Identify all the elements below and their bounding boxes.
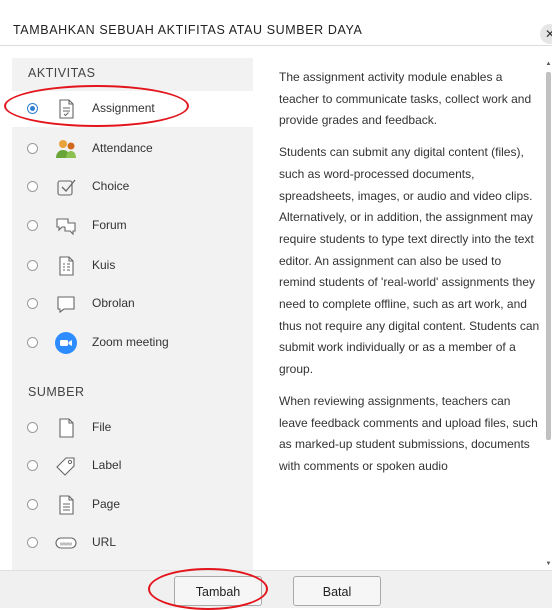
dialog-title: TAMBAHKAN SEBUAH AKTIFITAS ATAU SUMBER D… (13, 23, 363, 37)
scroll-up-arrow-icon[interactable]: ▲ (545, 60, 552, 68)
module-label: Page (92, 497, 121, 511)
add-button[interactable]: Tambah (174, 576, 262, 606)
module-label: Label (92, 458, 122, 472)
description-paragraph: The assignment activity module enables a… (279, 70, 532, 128)
radio-button[interactable] (27, 298, 38, 309)
module-label: Kuis (92, 258, 116, 272)
module-label: Assignment (92, 101, 155, 115)
radio-button[interactable] (27, 537, 38, 548)
module-label: Zoom meeting (92, 335, 169, 349)
radio-button[interactable] (27, 103, 38, 114)
dialog-header: TAMBAHKAN SEBUAH AKTIFITAS ATAU SUMBER D… (0, 0, 552, 46)
module-item-forum[interactable]: Forum (12, 208, 253, 244)
zoom-camera-icon (54, 331, 78, 355)
module-item-page[interactable]: Page (12, 487, 253, 523)
description-paragraph: When reviewing assignments, teachers can… (279, 393, 538, 473)
module-item-zoom-meeting[interactable]: Zoom meeting (12, 325, 253, 361)
module-description: The assignment activity module enables a… (279, 67, 541, 488)
module-label: Choice (92, 179, 130, 193)
svg-text:www: www (59, 541, 72, 547)
attendance-icon (54, 137, 78, 161)
radio-button[interactable] (27, 181, 38, 192)
module-label: Forum (92, 218, 127, 232)
close-icon[interactable]: ✕ (540, 24, 552, 44)
dialog-footer: Tambah Batal (0, 570, 552, 608)
quiz-icon (54, 254, 78, 278)
file-icon (54, 416, 78, 440)
module-item-label[interactable]: Label (12, 448, 253, 484)
choice-icon (54, 175, 78, 199)
chat-icon (54, 292, 78, 316)
module-label: URL (92, 535, 117, 549)
page-icon (54, 493, 78, 517)
assignment-icon (54, 97, 78, 121)
radio-button[interactable] (27, 260, 38, 271)
module-label: Obrolan (92, 296, 135, 310)
description-scrollbar[interactable]: ▲ ▼ (545, 60, 552, 568)
cancel-button[interactable]: Batal (293, 576, 381, 606)
url-icon: www (54, 531, 78, 555)
radio-button[interactable] (27, 337, 38, 348)
radio-button[interactable] (27, 499, 38, 510)
module-item-choice[interactable]: Choice (12, 169, 253, 205)
radio-button[interactable] (27, 220, 38, 231)
forum-icon (54, 214, 78, 238)
scrollbar-thumb[interactable] (546, 72, 551, 440)
section-heading-activities: AKTIVITAS (28, 66, 96, 80)
description-paragraph: Students can submit any digital content … (279, 145, 540, 377)
module-list-panel[interactable]: AKTIVITAS Assignment Attendance Choice F… (12, 58, 253, 570)
label-tag-icon (54, 454, 78, 478)
module-item-obrolan[interactable]: Obrolan (12, 286, 253, 322)
module-item-kuis[interactable]: Kuis (12, 248, 253, 284)
module-item-assignment[interactable]: Assignment (12, 91, 253, 127)
module-item-attendance[interactable]: Attendance (12, 131, 253, 167)
radio-button[interactable] (27, 460, 38, 471)
module-item-url[interactable]: www URL (12, 525, 253, 561)
radio-button[interactable] (27, 143, 38, 154)
section-heading-resources: SUMBER (28, 385, 85, 399)
scroll-down-arrow-icon[interactable]: ▼ (545, 560, 552, 568)
radio-button[interactable] (27, 422, 38, 433)
module-label: Attendance (92, 141, 153, 155)
module-item-file[interactable]: File (12, 410, 253, 446)
module-description-panel: The assignment activity module enables a… (262, 58, 542, 570)
module-label: File (92, 420, 112, 434)
